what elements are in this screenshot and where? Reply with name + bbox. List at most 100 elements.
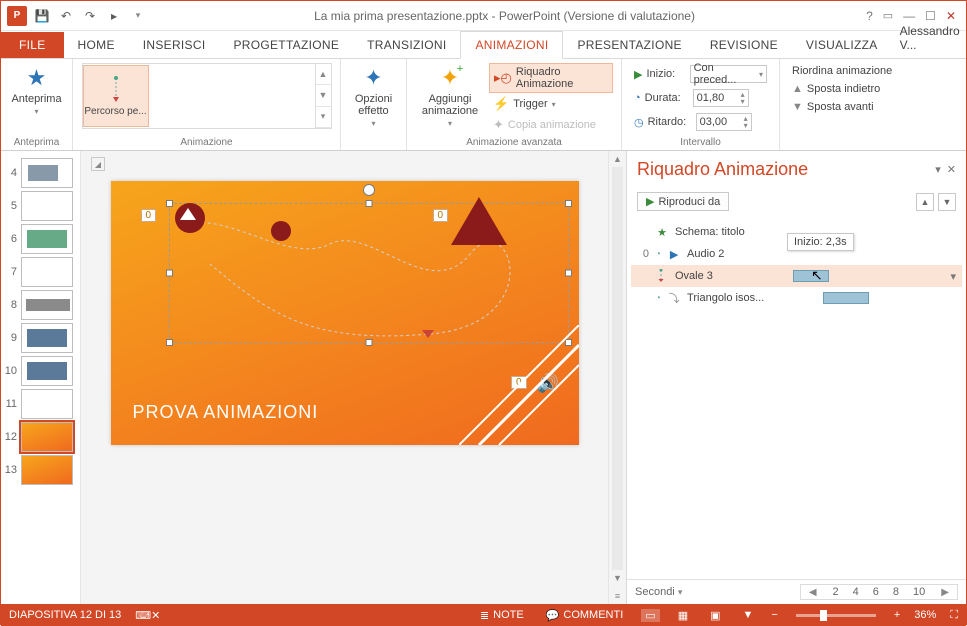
- seconds-menu-icon[interactable]: ▾: [678, 587, 683, 597]
- notes-button[interactable]: ≣NOTE: [476, 609, 528, 622]
- move-up-button[interactable]: ▲: [916, 193, 934, 211]
- gallery-more-icon[interactable]: ▾: [316, 107, 331, 128]
- pane-menu-icon[interactable]: ▾: [935, 163, 941, 176]
- save-icon[interactable]: 💾: [33, 7, 51, 25]
- tab-transizioni[interactable]: TRANSIZIONI: [353, 32, 460, 58]
- arc-path-icon: ⤵: [667, 290, 681, 306]
- tab-presentazione[interactable]: PRESENTAZIONE: [563, 32, 695, 58]
- group-riordina: Riordina animazione ▲Sposta indietro ▼Sp…: [780, 59, 966, 150]
- item-menu-icon[interactable]: ▾: [950, 270, 956, 283]
- animation-order-tag[interactable]: 0: [141, 209, 157, 222]
- tab-visualizza[interactable]: VISUALIZZA: [792, 32, 892, 58]
- slide-counter[interactable]: DIAPOSITIVA 12 DI 13: [9, 609, 121, 621]
- scroll-track[interactable]: [612, 167, 623, 570]
- anteprima-button[interactable]: ★ Anteprima ▾: [5, 63, 67, 118]
- sposta-indietro-button[interactable]: ▲Sposta indietro: [788, 81, 958, 97]
- gallery-down-icon[interactable]: ▼: [316, 85, 331, 106]
- ruler-toggle-icon[interactable]: ◢: [91, 157, 105, 171]
- qat-more-icon[interactable]: ▾: [129, 7, 147, 25]
- gallery-spinner[interactable]: ▲ ▼ ▾: [315, 64, 331, 128]
- tab-file[interactable]: FILE: [1, 32, 64, 58]
- riquadro-animazione-button[interactable]: ▸◴ Riquadro Animazione: [489, 63, 613, 93]
- zoom-out-button[interactable]: −: [771, 609, 777, 621]
- tab-animazioni[interactable]: ANIMAZIONI: [460, 31, 563, 59]
- scroll-up-icon[interactable]: ▲: [609, 151, 626, 167]
- anim-item-triangolo[interactable]: ◔ ⤵ Triangolo isos...: [631, 287, 962, 309]
- undo-icon[interactable]: ↶: [57, 7, 75, 25]
- ribbon-tabs: FILE HOME INSERISCI PROGETTAZIONE TRANSI…: [1, 31, 966, 59]
- slideshow-view-button[interactable]: ▼: [739, 609, 758, 621]
- comments-button[interactable]: 💬COMMENTI: [542, 609, 628, 622]
- inizio-select[interactable]: Con preced...▾: [690, 65, 767, 83]
- thumb-7[interactable]: [21, 257, 73, 287]
- next-slide-icon[interactable]: ≡: [609, 588, 626, 604]
- thumb-8[interactable]: [21, 290, 73, 320]
- copia-animazione-button[interactable]: ✦ Copia animazione: [489, 115, 613, 135]
- rotate-handle[interactable]: [363, 184, 375, 196]
- shape-triangle[interactable]: [451, 197, 507, 245]
- slide-title[interactable]: PROVA ANIMAZIONI: [133, 402, 319, 423]
- sorter-view-button[interactable]: ▦: [674, 609, 692, 622]
- pane-header: Riquadro Animazione ▾ ✕: [627, 151, 966, 188]
- thumb-5[interactable]: [21, 191, 73, 221]
- thumb-10[interactable]: [21, 356, 73, 386]
- thumb-13[interactable]: [21, 455, 73, 485]
- gallery-item-percorso[interactable]: Percorso pe...: [83, 65, 149, 127]
- timeline-bar[interactable]: [823, 292, 869, 304]
- ruler-right-icon[interactable]: ▶: [939, 587, 951, 598]
- ruler-scale[interactable]: ◀ 2 4 6 8 10 ▶: [800, 584, 958, 600]
- slide-editor[interactable]: ◢: [81, 151, 608, 604]
- group-label-intervallo: Intervallo: [630, 135, 771, 148]
- animation-list[interactable]: ★ Schema: titolo 0 ◔ ▶ Audio 2 Ovale 3 ▾: [627, 215, 966, 579]
- anim-item-ovale[interactable]: Ovale 3 ▾: [631, 265, 962, 287]
- zoom-slider[interactable]: [796, 614, 876, 617]
- reading-view-button[interactable]: ▣: [706, 609, 724, 622]
- selection-box[interactable]: [169, 203, 569, 343]
- thumb-9[interactable]: [21, 323, 73, 353]
- redo-icon[interactable]: ↷: [81, 7, 99, 25]
- tab-progettazione[interactable]: PROGETTAZIONE: [219, 32, 353, 58]
- start-show-icon[interactable]: ▸: [105, 7, 123, 25]
- editor-scrollbar[interactable]: ▲ ▼ ≡: [608, 151, 626, 604]
- fit-to-window-button[interactable]: ⛶: [950, 609, 958, 622]
- thumb-6[interactable]: [21, 224, 73, 254]
- thumb-12[interactable]: [21, 422, 73, 452]
- pane-close-icon[interactable]: ✕: [947, 163, 956, 176]
- slide-canvas[interactable]: 0 0 0 🔊 PROVA ANIMAZIONI: [111, 181, 579, 445]
- move-down-button[interactable]: ▼: [938, 193, 956, 211]
- thumb-row: 12: [3, 422, 78, 452]
- help-icon[interactable]: ?: [866, 9, 873, 23]
- animation-order-tag[interactable]: 0: [433, 209, 449, 222]
- zoom-level[interactable]: 36%: [914, 609, 936, 621]
- shape-oval[interactable]: [175, 203, 205, 233]
- scroll-down-icon[interactable]: ▼: [609, 570, 626, 586]
- tab-home[interactable]: HOME: [64, 32, 129, 58]
- gallery-up-icon[interactable]: ▲: [316, 64, 331, 85]
- ribbon: ★ Anteprima ▾ Anteprima Percorso pe... ▲…: [1, 59, 966, 151]
- motion-path-item-icon: [655, 269, 669, 283]
- trigger-button[interactable]: ⚡ Trigger ▾: [489, 94, 613, 114]
- zoom-slider-knob[interactable]: [820, 610, 827, 621]
- ritardo-input[interactable]: 03,00▴▾: [696, 113, 752, 131]
- sposta-avanti-button[interactable]: ▼Sposta avanti: [788, 99, 958, 115]
- shape-oval-small[interactable]: [271, 221, 291, 241]
- thumb-4[interactable]: [21, 158, 73, 188]
- normal-view-button[interactable]: ▭: [641, 609, 659, 622]
- play-from-button[interactable]: ▶ Riproduci da: [637, 192, 729, 211]
- account-menu[interactable]: Alessandro V... ▾: [892, 18, 967, 58]
- pane-title: Riquadro Animazione: [637, 159, 808, 180]
- spellcheck-icon[interactable]: ⌨✕: [135, 609, 160, 622]
- slide-thumbnails[interactable]: 4 5 6 7 8 9 10 11 12 13: [1, 151, 81, 604]
- thumb-11[interactable]: [21, 389, 73, 419]
- aggiungi-animazione-button[interactable]: ✦+ Aggiungi animazione ▾: [415, 63, 485, 135]
- durata-input[interactable]: 01,80▴▾: [693, 89, 749, 107]
- play-label: Riproduci da: [658, 196, 720, 208]
- animation-gallery[interactable]: Percorso pe... ▲ ▼ ▾: [82, 63, 332, 129]
- ritardo-label: Ritardo:: [648, 116, 692, 128]
- zoom-in-button[interactable]: +: [894, 609, 900, 621]
- thumb-row: 9: [3, 323, 78, 353]
- opzioni-effetto-button[interactable]: ✦ Opzioni effetto ▾: [342, 63, 406, 130]
- tab-inserisci[interactable]: INSERISCI: [129, 32, 220, 58]
- tab-revisione[interactable]: REVISIONE: [696, 32, 792, 58]
- ruler-left-icon[interactable]: ◀: [807, 587, 819, 598]
